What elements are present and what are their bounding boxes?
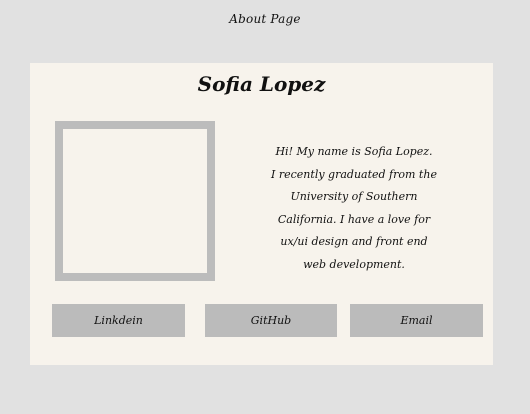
email-button[interactable]: Email (350, 304, 483, 337)
page-title: About Page (229, 12, 301, 26)
bio-line: California. I have a love for (277, 212, 431, 226)
bio-line: University of Southern (290, 190, 418, 204)
bio-line: web development. (303, 257, 405, 271)
profile-photo-placeholder (55, 121, 215, 281)
bio-line: I recently graduated from the (271, 167, 437, 181)
profile-bio: Hi! My name is Sofia Lopez. I recently g… (265, 141, 443, 277)
profile-card: Sofia Lopez Hi! My name is Sofia Lopez. … (30, 63, 493, 365)
github-button[interactable]: GitHub (205, 304, 337, 337)
profile-name: Sofia Lopez (197, 72, 326, 96)
bio-line: Hi! My name is Sofia Lopez. (275, 145, 433, 158)
linkedin-button[interactable]: Linkdein (52, 304, 185, 337)
bio-line: ux/ui design and front end (280, 235, 428, 249)
